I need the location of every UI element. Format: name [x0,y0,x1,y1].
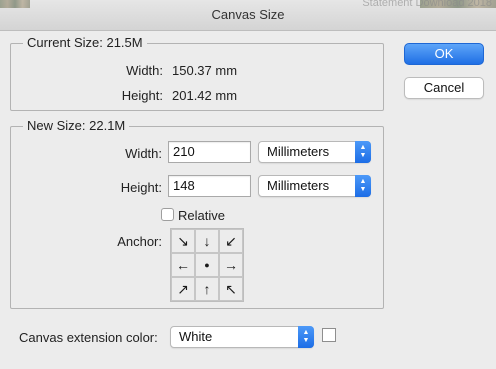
arrow-up-left-icon: ↖ [225,280,237,297]
extension-color-value: White [179,329,213,344]
anchor-top-left-button[interactable]: ↘ [171,229,195,253]
current-width-value: 150.37 mm [172,63,238,78]
anchor-top-center-button[interactable]: ↓ [195,229,219,253]
current-size-group: Current Size: 21.5M Width: 150.37 mm Hei… [10,35,384,111]
current-width-label: Width: [126,63,163,78]
width-unit-value: Millimeters [267,144,330,159]
arrow-down-right-icon: ↘ [177,232,189,249]
extension-color-label: Canvas extension color: [19,330,158,345]
arrow-down-icon: ↓ [203,233,211,249]
updown-chevron-icon: ▲ ▼ [298,326,314,348]
anchor-dot-icon: ● [204,260,210,270]
arrow-up-icon: ↑ [203,281,211,297]
anchor-bottom-center-button[interactable]: ↑ [195,277,219,301]
anchor-label: Anchor: [117,234,162,249]
updown-chevron-icon: ▲ ▼ [355,175,371,197]
cancel-button[interactable]: Cancel [404,77,484,99]
ok-button[interactable]: OK [404,43,484,65]
height-unit-select[interactable]: Millimeters ▲ ▼ [258,175,371,197]
arrow-right-icon: → [224,257,238,273]
arrow-up-right-icon: ↗ [177,280,189,297]
new-size-legend: New Size: 22.1M [23,118,130,133]
dialog-title: Canvas Size [211,7,285,22]
height-unit-value: Millimeters [267,178,330,193]
anchor-grid: ↘ ↓ ↙ ← ● → ↗ ↑ ↖ [170,228,244,302]
updown-chevron-icon: ▲ ▼ [355,141,371,163]
relative-label[interactable]: Relative [178,208,225,223]
width-input[interactable]: 210 [168,141,251,163]
anchor-middle-right-button[interactable]: → [219,253,243,277]
arrow-down-left-icon: ↙ [225,232,237,249]
anchor-center-button[interactable]: ● [195,253,219,277]
extension-color-swatch[interactable] [322,328,336,342]
title-bar: Statement Download 2018 Canvas Size [0,0,496,31]
anchor-bottom-left-button[interactable]: ↗ [171,277,195,301]
height-input[interactable]: 148 [168,175,251,197]
relative-checkbox[interactable] [161,208,174,221]
anchor-middle-left-button[interactable]: ← [171,253,195,277]
current-size-legend: Current Size: 21.5M [23,35,147,50]
anchor-bottom-right-button[interactable]: ↖ [219,277,243,301]
current-height-label: Height: [121,88,163,103]
arrow-left-icon: ← [176,257,190,273]
extension-color-select[interactable]: White ▲ ▼ [170,326,314,348]
anchor-top-right-button[interactable]: ↙ [219,229,243,253]
new-height-label: Height: [120,180,162,195]
width-unit-select[interactable]: Millimeters ▲ ▼ [258,141,371,163]
current-height-value: 201.42 mm [172,88,238,103]
new-width-label: Width: [125,146,162,161]
